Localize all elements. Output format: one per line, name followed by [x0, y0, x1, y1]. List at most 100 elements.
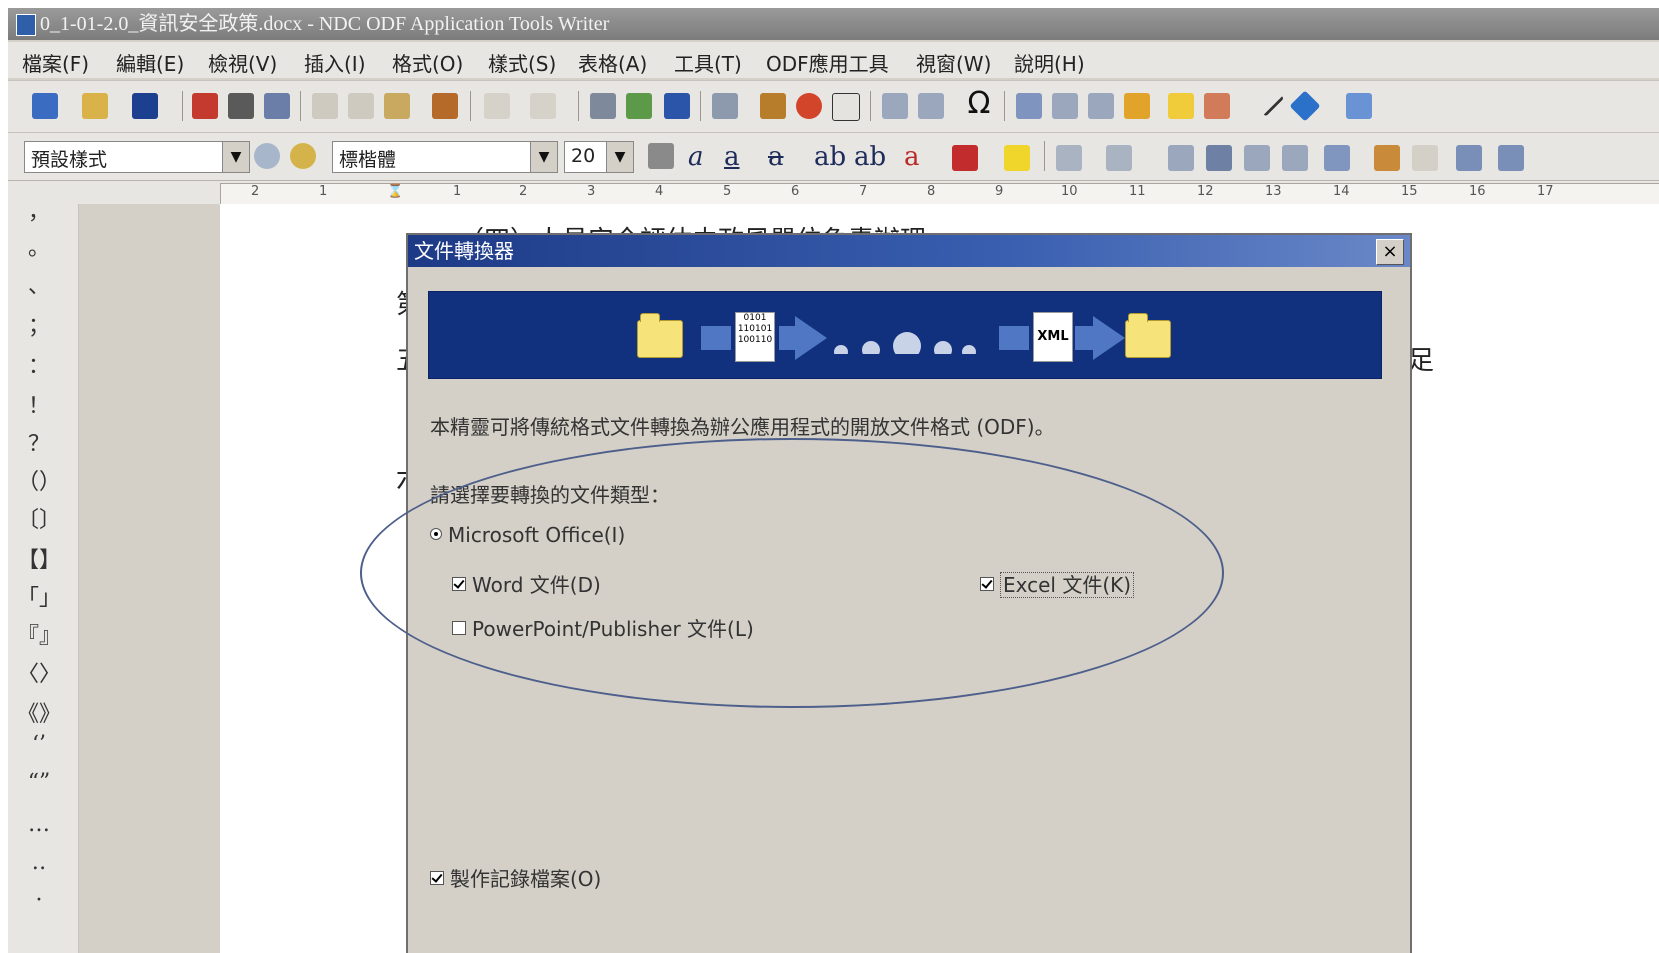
- symbol-button[interactable]: 〈〉: [8, 656, 70, 688]
- symbol-button[interactable]: ‘’: [8, 732, 70, 757]
- symbol-button[interactable]: 【】: [8, 542, 70, 574]
- symbol-button[interactable]: 〔〕: [8, 502, 70, 534]
- symbol-button[interactable]: 。: [8, 230, 70, 262]
- justify-icon[interactable]: [1282, 145, 1308, 171]
- menu-bar: 檔案(F) 編輯(E) 檢視(V) 插入(I) 格式(O) 樣式(S) 表格(A…: [8, 42, 1659, 78]
- numbering-icon[interactable]: [1106, 145, 1132, 171]
- insert-page-break-icon[interactable]: [882, 93, 908, 119]
- symbol-button[interactable]: 『』: [8, 618, 70, 650]
- symbol-button[interactable]: ；: [8, 308, 70, 340]
- indent-paragraph-icon[interactable]: [1498, 145, 1524, 171]
- paragraph-style-combo[interactable]: 預設樣式 ▼: [24, 141, 250, 173]
- chevron-down-icon[interactable]: ▼: [606, 142, 633, 172]
- menu-insert[interactable]: 插入(I): [304, 48, 366, 77]
- chevron-down-icon[interactable]: ▼: [222, 142, 249, 172]
- cut-icon[interactable]: [312, 93, 338, 119]
- formatting-toolbar: 預設樣式 ▼ 標楷體 ▼ 20 ▼ a a a ab ab a: [8, 132, 1659, 181]
- special-character-icon[interactable]: Ω: [966, 89, 992, 119]
- clear-formatting-icon[interactable]: a: [904, 142, 920, 172]
- font-name-combo[interactable]: 標楷體 ▼: [332, 141, 558, 173]
- horizontal-ruler[interactable]: 2 1 ⌛ 1 2 3 4 5 6 7 8 9 10 11 12 13 14 1…: [220, 183, 1659, 205]
- export-pdf-icon[interactable]: [192, 93, 218, 119]
- menu-help[interactable]: 說明(H): [1014, 48, 1085, 77]
- print-preview-icon[interactable]: [264, 93, 290, 119]
- spellcheck-icon[interactable]: [626, 93, 652, 119]
- symbol-button[interactable]: ？: [8, 426, 70, 458]
- strikethrough-icon[interactable]: a: [768, 142, 784, 172]
- update-style-icon[interactable]: [254, 143, 280, 169]
- formatting-marks-icon[interactable]: [664, 93, 690, 119]
- copy-icon[interactable]: [348, 93, 374, 119]
- symbol-button[interactable]: ：: [8, 348, 70, 380]
- save-icon[interactable]: [132, 93, 158, 119]
- symbol-button[interactable]: 「」: [8, 580, 70, 612]
- symbol-button[interactable]: 、: [8, 268, 70, 300]
- superscript-icon[interactable]: ab: [814, 142, 846, 172]
- paste-icon[interactable]: [384, 93, 410, 119]
- menu-edit[interactable]: 編輯(E): [116, 48, 184, 77]
- menu-table[interactable]: 表格(A): [578, 48, 647, 77]
- clone-formatting-icon[interactable]: [432, 93, 458, 119]
- track-changes-icon[interactable]: [1204, 93, 1230, 119]
- menu-file[interactable]: 檔案(F): [22, 48, 89, 77]
- bullets-icon[interactable]: [1056, 145, 1082, 171]
- decrease-indent-icon[interactable]: [1412, 145, 1438, 171]
- font-name-value: 標楷體: [339, 149, 397, 171]
- menu-tools[interactable]: 工具(T): [674, 48, 742, 77]
- menu-format[interactable]: 格式(O): [392, 48, 463, 77]
- insert-chart-icon[interactable]: [796, 93, 822, 119]
- symbol-button[interactable]: ‥: [8, 850, 70, 875]
- symbol-button[interactable]: ·: [8, 888, 70, 913]
- insert-image-icon[interactable]: [760, 93, 786, 119]
- font-size-combo[interactable]: 20 ▼: [564, 141, 634, 173]
- symbol-button[interactable]: ，: [8, 194, 70, 226]
- subscript-icon[interactable]: ab: [854, 142, 886, 172]
- print-icon[interactable]: [228, 93, 254, 119]
- new-style-icon[interactable]: [290, 143, 316, 169]
- align-center-icon[interactable]: [1206, 145, 1232, 171]
- italic-icon[interactable]: a: [688, 142, 704, 172]
- align-left-icon[interactable]: [1168, 145, 1194, 171]
- find-replace-icon[interactable]: [590, 93, 616, 119]
- basic-shapes-icon[interactable]: [1289, 90, 1321, 122]
- underline-icon[interactable]: a: [724, 142, 740, 172]
- font-color-icon[interactable]: [952, 145, 978, 171]
- insert-textbox-icon[interactable]: [832, 93, 860, 121]
- menu-window[interactable]: 視窗(W): [916, 48, 991, 77]
- bold-icon[interactable]: [648, 143, 674, 169]
- menu-view[interactable]: 檢視(V): [208, 48, 277, 77]
- line-spacing-icon[interactable]: [1324, 145, 1350, 171]
- increase-indent-icon[interactable]: [1374, 145, 1400, 171]
- symbol-button[interactable]: ！: [8, 388, 70, 420]
- checkbox[interactable]: [430, 871, 444, 885]
- undo-icon[interactable]: [484, 93, 510, 119]
- close-icon[interactable]: ×: [1376, 239, 1404, 265]
- menu-styles[interactable]: 樣式(S): [488, 48, 556, 77]
- symbol-button[interactable]: …: [8, 812, 70, 837]
- align-right-icon[interactable]: [1244, 145, 1270, 171]
- dialog-title-bar[interactable]: 文件轉換器 ×: [408, 235, 1410, 267]
- menu-odf-tools[interactable]: ODF應用工具: [766, 48, 889, 77]
- indent-marker-icon[interactable]: ⌛: [387, 184, 403, 199]
- insert-table-icon[interactable]: [712, 93, 738, 119]
- xml-document-icon: XML: [1033, 312, 1073, 362]
- symbol-button[interactable]: “”: [8, 770, 70, 795]
- line-icon[interactable]: [1253, 86, 1285, 117]
- converter-banner: 0101 110101 100110 XML: [428, 291, 1382, 379]
- insert-field-icon[interactable]: [918, 93, 944, 119]
- highlight-color-icon[interactable]: [1004, 145, 1030, 171]
- hyperlink-icon[interactable]: [1016, 93, 1042, 119]
- forms-icon[interactable]: [1346, 93, 1372, 119]
- new-document-icon[interactable]: [32, 93, 58, 119]
- bookmark-icon[interactable]: [1124, 93, 1150, 119]
- paragraph-spacing-icon[interactable]: [1456, 145, 1482, 171]
- chevron-down-icon[interactable]: ▼: [530, 142, 557, 172]
- redo-icon[interactable]: [530, 93, 556, 119]
- comment-icon[interactable]: [1168, 93, 1194, 119]
- create-log-checkbox[interactable]: 製作記錄檔案(O): [430, 863, 601, 892]
- symbol-button[interactable]: 《》: [8, 696, 70, 728]
- symbol-button[interactable]: （）: [8, 464, 70, 496]
- footnote-icon[interactable]: [1052, 93, 1078, 119]
- endnote-icon[interactable]: [1088, 93, 1114, 119]
- open-folder-icon[interactable]: [82, 93, 108, 119]
